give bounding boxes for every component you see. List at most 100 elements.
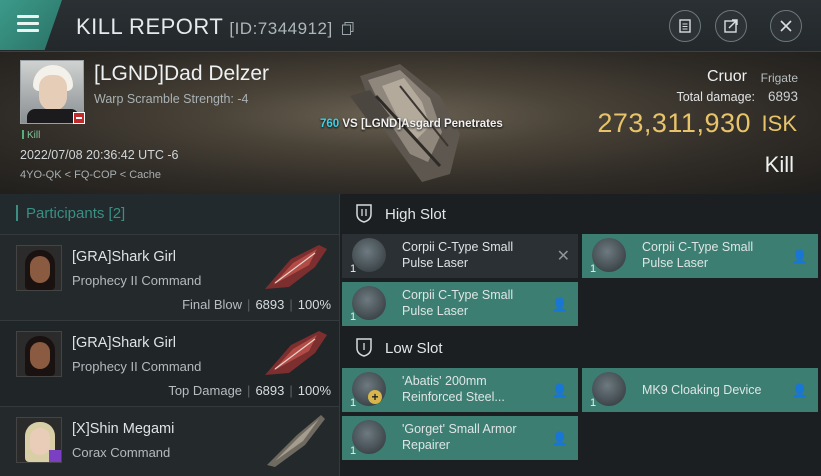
low-slot-icon	[356, 338, 372, 357]
stat-separator: |	[247, 383, 251, 398]
dropped-person-icon: 👤	[551, 431, 568, 446]
participant-portrait	[16, 245, 62, 291]
total-damage-label: Total damage:	[676, 90, 755, 104]
plus-badge-icon: +	[368, 390, 382, 404]
module-qty: 1	[350, 445, 357, 457]
portrait-body	[27, 109, 79, 123]
versus-count: 760	[320, 118, 340, 130]
dropped-person-icon: 👤	[791, 383, 808, 398]
participant-ship-image	[267, 415, 325, 467]
participant-ship-image	[265, 245, 327, 289]
participants-header: Participants [2]	[0, 194, 339, 234]
participants-label: Participants	[26, 205, 105, 222]
report-id: [ID:7344912]	[229, 19, 333, 38]
participant-ship: Prophecy II Command	[72, 273, 202, 288]
participants-count: [2]	[108, 205, 126, 222]
pulse-laser-icon	[352, 238, 386, 272]
participant-name: [GRA]Shark Girl	[72, 335, 176, 351]
pulse-laser-icon	[592, 238, 626, 272]
destroyed-icon: ✕	[556, 248, 570, 265]
fitting-panel: High Slot 1 Corpii C-Type Small Pulse La…	[341, 194, 821, 476]
close-icon	[780, 20, 792, 32]
participant-portrait	[16, 331, 62, 377]
participant-stats: Final Blow | 6893 | 100%	[182, 297, 331, 312]
versus-line: 760 VS [LGND]Asgard Penetrates	[320, 118, 503, 130]
menu-icon-line	[17, 29, 39, 32]
module-qty: 1	[350, 397, 357, 409]
participant-name: [GRA]Shark Girl	[72, 249, 176, 265]
module-qty: 1	[350, 263, 357, 275]
dropped-person-icon: 👤	[551, 383, 568, 398]
menu-button[interactable]	[0, 0, 62, 50]
participants-panel: Participants [2] [GRA]Shark Girl Prophec…	[0, 194, 340, 476]
export-button[interactable]	[715, 10, 747, 42]
document-icon	[679, 19, 691, 33]
module-item[interactable]: 1 Corpii C-Type Small Pulse Laser ✕	[342, 234, 578, 278]
info-badge-icon	[49, 450, 61, 462]
participant-ship: Corax Command	[72, 445, 171, 460]
cloaking-device-icon	[592, 372, 626, 406]
participant-row[interactable]: [GRA]Shark Girl Prophecy II Command Fina…	[0, 234, 339, 320]
module-name: Corpii C-Type Small Pulse Laser	[402, 288, 514, 318]
page-title: KILL REPORT [ID:7344912]	[76, 14, 354, 40]
portrait-face	[30, 428, 50, 455]
victim-ship-name[interactable]: Cruor	[707, 68, 747, 86]
portrait-face	[39, 75, 67, 111]
portrait-face	[30, 342, 50, 369]
menu-icon-line	[17, 22, 39, 25]
dropped-person-icon: 👤	[551, 297, 568, 312]
module-qty: 1	[590, 263, 597, 275]
portrait-face	[30, 256, 50, 283]
title-text: KILL REPORT	[76, 14, 224, 39]
victim-name[interactable]: [LGND]Dad Delzer	[94, 62, 269, 86]
module-name: Corpii C-Type Small Pulse Laser	[402, 240, 514, 270]
participant-percent: 100%	[297, 297, 331, 312]
participant-portrait	[16, 417, 62, 463]
participant-role: Top Damage	[168, 383, 243, 398]
module-name: Corpii C-Type Small Pulse Laser	[642, 240, 754, 270]
low-slot-header: Low Slot	[341, 328, 821, 368]
module-item[interactable]: + 1 'Abatis' 200mm Reinforced Steel... 👤	[342, 368, 578, 412]
participants-accent	[16, 205, 18, 221]
copy-icon[interactable]	[342, 22, 354, 35]
kill-tag: Kill	[22, 130, 40, 141]
module-item[interactable]: 1 Corpii C-Type Small Pulse Laser 👤	[582, 234, 818, 278]
module-name: MK9 Cloaking Device	[642, 383, 762, 397]
module-item[interactable]: 1 MK9 Cloaking Device 👤	[582, 368, 818, 412]
participant-name: [X]Shin Megami	[72, 421, 175, 437]
module-qty: 1	[350, 311, 357, 323]
kill-location[interactable]: 4YO-QK < FQ-COP < Cache	[20, 169, 161, 181]
total-damage-value: 6893	[767, 89, 798, 104]
participant-role: Final Blow	[182, 297, 243, 312]
close-button[interactable]	[770, 10, 802, 42]
victim-ship-class: Frigate	[760, 71, 798, 85]
participant-row[interactable]: [X]Shin Megami Corax Command	[0, 406, 339, 476]
participant-row[interactable]: [GRA]Shark Girl Prophecy II Command Top …	[0, 320, 339, 406]
kill-datetime: 2022/07/08 20:36:42 UTC -6	[20, 148, 179, 162]
module-name: 'Abatis' 200mm Reinforced Steel...	[402, 374, 505, 404]
versus-name: [LGND]Asgard Penetrates	[360, 118, 503, 130]
module-item[interactable]: 1 'Gorget' Small Armor Repairer 👤	[342, 416, 578, 460]
document-button[interactable]	[669, 10, 701, 42]
stat-separator: |	[289, 383, 293, 398]
low-slot-label: Low Slot	[385, 340, 443, 357]
high-slot-label: High Slot	[385, 206, 446, 223]
export-icon	[724, 19, 738, 33]
kill-result: Kill	[764, 152, 794, 177]
stat-separator: |	[247, 297, 251, 312]
module-item[interactable]: 1 Corpii C-Type Small Pulse Laser 👤	[342, 282, 578, 326]
header-bar: KILL REPORT [ID:7344912]	[0, 0, 821, 52]
participant-ship: Prophecy II Command	[72, 359, 202, 374]
isk-unit: ISK	[761, 111, 797, 136]
low-slot-grid: + 1 'Abatis' 200mm Reinforced Steel... 👤…	[341, 368, 821, 460]
participant-damage: 6893	[255, 297, 285, 312]
dropped-person-icon: 👤	[791, 249, 808, 264]
participant-percent: 100%	[297, 383, 331, 398]
high-slot-grid: 1 Corpii C-Type Small Pulse Laser ✕ 1 Co…	[341, 234, 821, 326]
participant-damage: 6893	[255, 383, 285, 398]
pulse-laser-icon	[352, 286, 386, 320]
stat-separator: |	[289, 297, 293, 312]
participant-stats: Top Damage | 6893 | 100%	[168, 383, 331, 398]
high-slot-icon	[356, 204, 372, 223]
isk-value: 273,311,930	[597, 108, 751, 138]
